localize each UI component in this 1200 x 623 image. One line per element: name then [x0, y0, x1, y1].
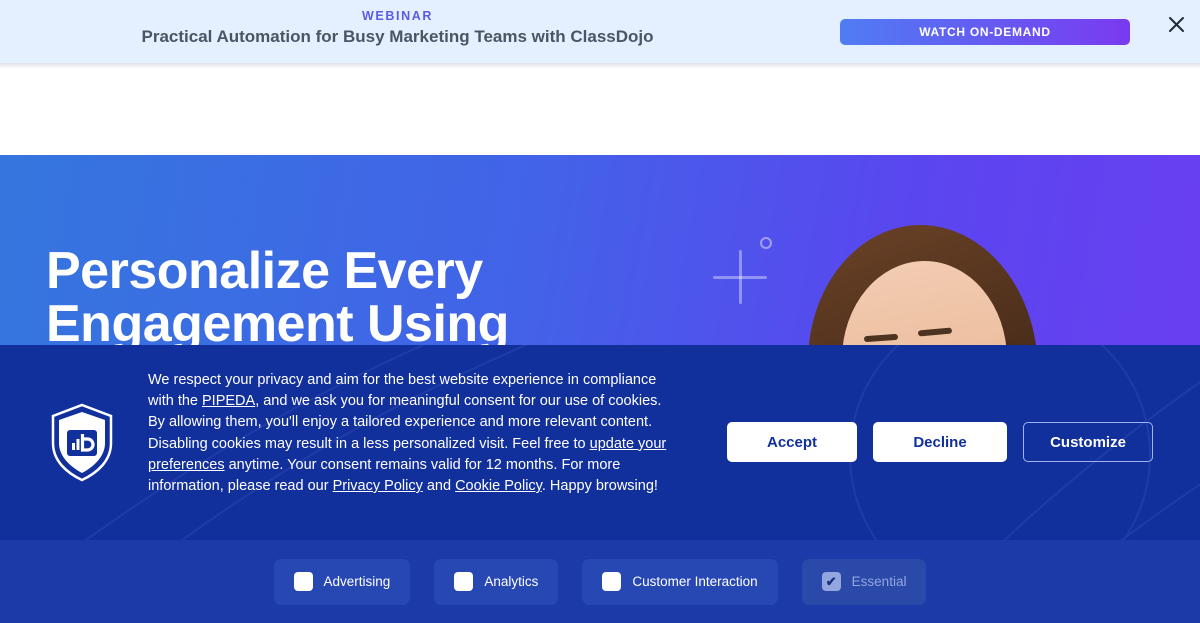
cookie-policy-link[interactable]: Cookie Policy	[455, 478, 542, 494]
page-title: Personalize Every Engagement Using	[46, 242, 509, 353]
banner-shadow	[0, 63, 1200, 69]
preference-toggle-advertising[interactable]: Advertising	[273, 558, 411, 605]
customize-button[interactable]: Customize	[1023, 422, 1153, 462]
cookie-consent-text: We respect your privacy and aim for the …	[148, 370, 682, 497]
preference-toggle-essential: ✔ Essential	[801, 558, 927, 605]
preference-label: Customer Interaction	[632, 574, 758, 589]
checkbox-icon[interactable]	[293, 572, 313, 591]
privacy-policy-link[interactable]: Privacy Policy	[333, 478, 423, 494]
page-root: WEBINAR Practical Automation for Busy Ma…	[0, 0, 1200, 623]
preference-label: Advertising	[323, 574, 391, 589]
plus-decoration-icon	[713, 250, 767, 304]
preference-toggle-customer-interaction[interactable]: Customer Interaction	[582, 558, 778, 605]
blueshift-shield-icon	[49, 403, 115, 483]
cookie-text-part-4: and	[422, 478, 456, 495]
close-icon[interactable]	[1166, 14, 1186, 34]
circle-decoration-icon	[760, 237, 772, 249]
cookie-preferences-bar: Advertising Analytics Customer Interacti…	[0, 540, 1200, 623]
pipeda-link[interactable]: PIPEDA	[202, 393, 255, 409]
preference-label: Essential	[851, 574, 907, 589]
decline-button[interactable]: Decline	[873, 422, 1007, 462]
checkbox-icon[interactable]	[602, 572, 622, 591]
cookie-action-buttons: Accept Decline Customize	[727, 422, 1153, 462]
accept-button[interactable]: Accept	[727, 422, 857, 462]
preference-label: Analytics	[484, 574, 539, 589]
main-navbar	[0, 63, 1200, 155]
cookie-body: We respect your privacy and aim for the …	[0, 345, 1200, 541]
cookie-text-part-5: . Happy browsing!	[541, 478, 658, 495]
promo-kicker: WEBINAR	[362, 9, 433, 23]
promo-text-block: WEBINAR Practical Automation for Busy Ma…	[0, 8, 795, 49]
webinar-promo-banner: WEBINAR Practical Automation for Busy Ma…	[0, 0, 1200, 63]
checkbox-checked-icon: ✔	[821, 572, 841, 591]
watch-on-demand-button[interactable]: WATCH ON-DEMAND	[840, 19, 1130, 45]
checkbox-icon[interactable]	[454, 572, 474, 591]
promo-title: Practical Automation for Busy Marketing …	[141, 27, 654, 46]
preference-toggle-analytics[interactable]: Analytics	[434, 558, 559, 605]
